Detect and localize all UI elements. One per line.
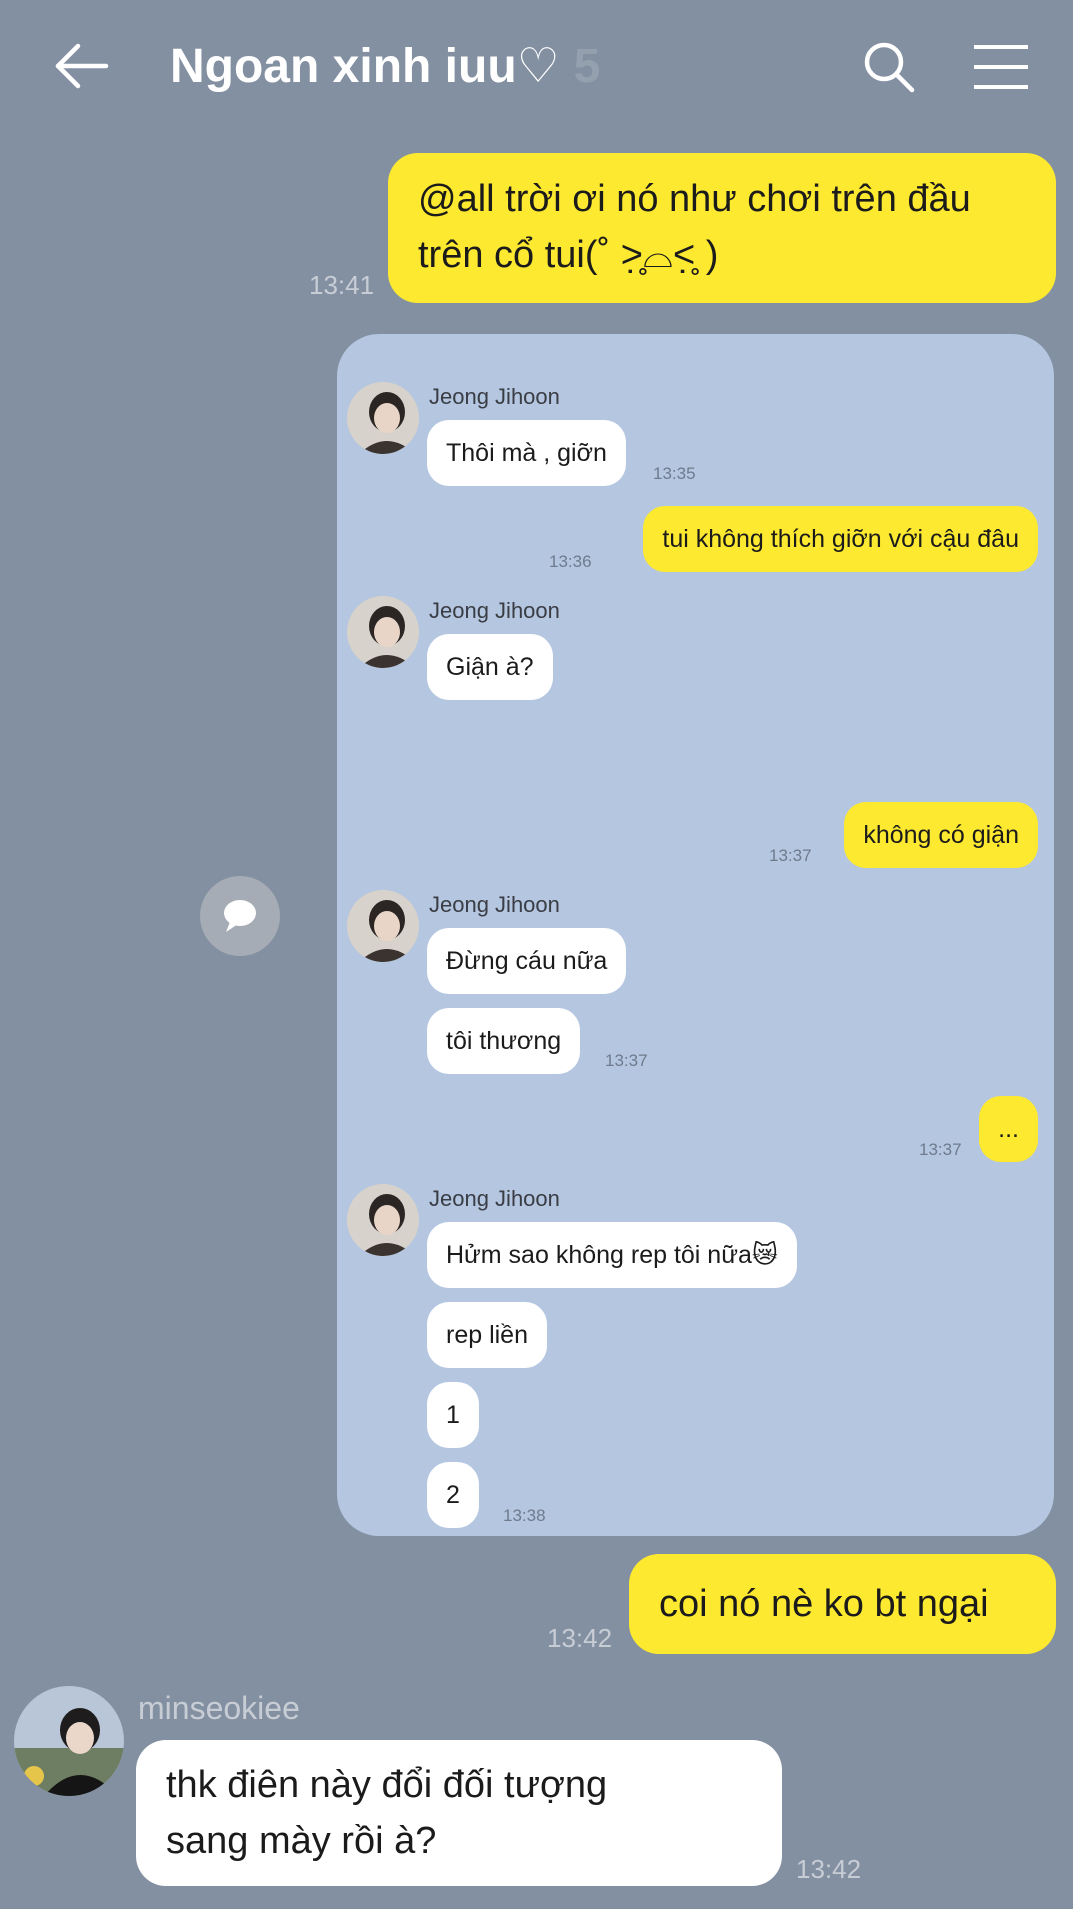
sender-name: Jeong Jihoon (429, 598, 560, 623)
received-message-bubble[interactable]: thk điên này đổi đối tượng sang mày rồi … (136, 1740, 782, 1886)
shared-screenshot-image[interactable]: Jeong Jihoon Thôi mà , giỡn 13:35 13:36 … (337, 334, 1054, 1536)
message-time: 13:37 (919, 1140, 962, 1159)
avatar (14, 1686, 124, 1796)
avatar (347, 1184, 419, 1256)
sender-name: minseokiee (138, 1690, 300, 1726)
avatar (347, 382, 419, 454)
back-button[interactable] (50, 40, 112, 92)
message-time: 13:38 (503, 1506, 546, 1525)
message-time: 13:42 (796, 1854, 862, 1884)
received-message-bubble: Đừng cáu nữa (427, 928, 627, 994)
sent-message-bubble: tui không thích giỡn với cậu đâu (643, 506, 1038, 572)
received-message-bubble: Thôi mà , giỡn (427, 420, 626, 486)
message-time: 13:37 (769, 846, 812, 865)
message-time: 13:37 (605, 1051, 648, 1070)
my-message-bubble[interactable]: coi nó nè ko bt ngại (629, 1554, 1056, 1654)
quick-reply-button[interactable] (200, 876, 280, 956)
received-message-bubble: 2 (427, 1462, 479, 1528)
received-message-bubble: Hửm sao không rep tôi nữa😿 (427, 1222, 797, 1288)
member-count: 5 (573, 40, 601, 93)
message-line: trên cổ tui(˚ ˃̣̣̥⌓˂̣̣̥ ) (418, 234, 719, 276)
sender-name: Jeong Jihoon (429, 384, 560, 409)
search-button[interactable] (860, 38, 918, 96)
message-line: @all trời ơi nó như chơi trên đầu (418, 178, 971, 220)
received-message-bubble: 1 (427, 1382, 479, 1448)
chat-bubble-icon (224, 900, 256, 932)
received-message-bubble: tôi thương (427, 1008, 581, 1074)
hamburger-menu-icon (974, 45, 1028, 89)
avatar (347, 890, 419, 962)
sent-message-bubble: ... (979, 1096, 1038, 1162)
received-message-bubble: rep liền (427, 1302, 547, 1368)
arrow-left-icon (55, 43, 109, 89)
message-line: sang mày rồi à? (166, 1820, 437, 1862)
menu-button[interactable] (972, 42, 1030, 92)
message-time: 13:35 (653, 464, 696, 483)
sender-name: Jeong Jihoon (429, 892, 560, 917)
message-text: coi nó nè ko bt ngại (659, 1583, 989, 1625)
message-line: thk điên này đổi đối tượng (166, 1764, 608, 1806)
avatar (347, 596, 419, 668)
chat-title: Ngoan xinh iuu♡ 5 (170, 38, 600, 94)
my-message-bubble[interactable]: @all trời ơi nó như chơi trên đầu trên c… (388, 153, 1056, 303)
search-icon (864, 42, 915, 93)
sender-name: Jeong Jihoon (429, 1186, 560, 1211)
received-message-bubble: Giận à? (427, 634, 553, 700)
chat-name: Ngoan xinh iuu♡ (170, 40, 560, 93)
message-time: 13:36 (549, 552, 592, 571)
message-time: 13:42 (547, 1623, 613, 1653)
sent-message-bubble: không có giận (844, 802, 1038, 868)
message-time: 13:41 (309, 270, 375, 300)
